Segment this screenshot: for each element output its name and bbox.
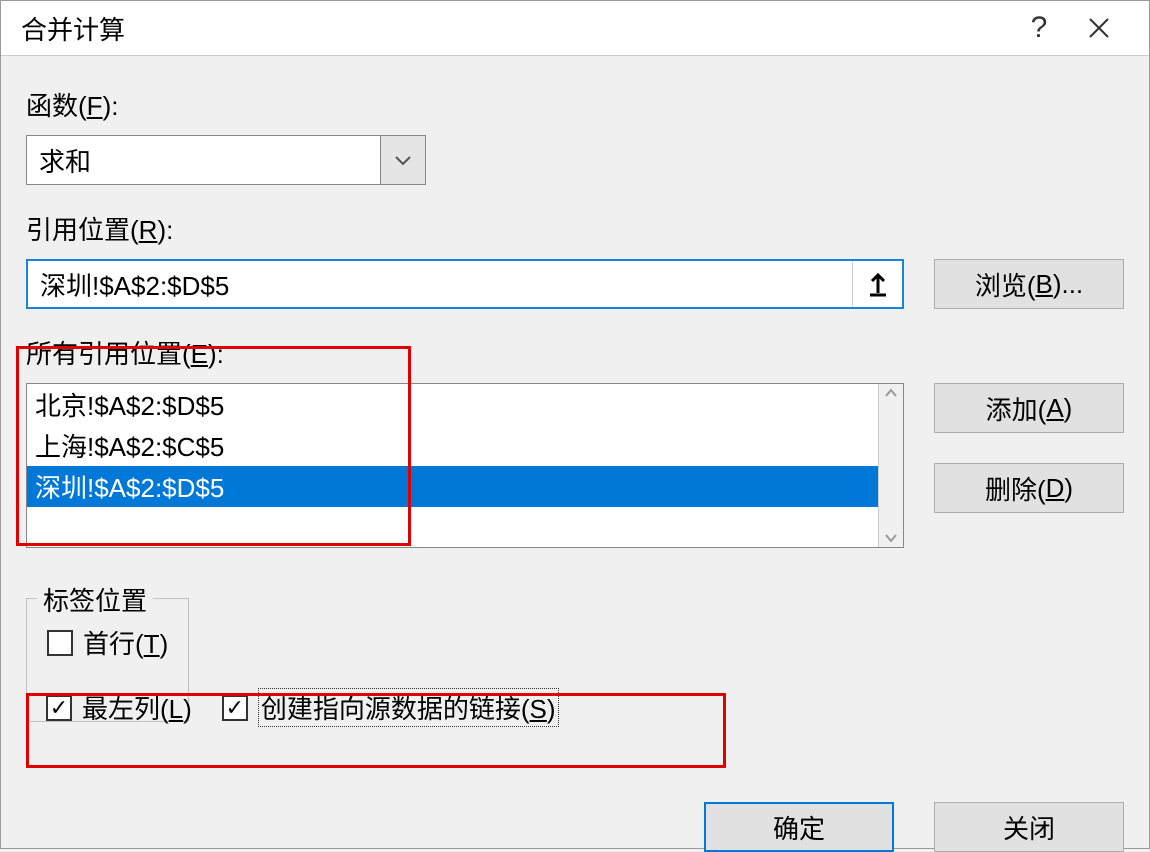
titlebar: 合并计算 ?	[1, 1, 1149, 56]
list-item[interactable]: 深圳!$A$2:$D$5	[27, 466, 878, 507]
browse-button[interactable]: 浏览(B)...	[934, 259, 1124, 309]
all-refs-label: 所有引用位置(E):	[26, 334, 1124, 371]
function-value: 求和	[27, 136, 380, 184]
list-item[interactable]: 上海!$A$2:$C$5	[27, 425, 878, 466]
function-dropdown[interactable]: 求和	[26, 135, 426, 185]
close-button[interactable]	[1069, 1, 1129, 56]
reference-input[interactable]	[28, 261, 852, 307]
top-row-checkbox-row: 首行(T)	[47, 624, 168, 661]
listbox-items: 北京!$A$2:$D$5 上海!$A$2:$C$5 深圳!$A$2:$D$5	[27, 384, 878, 547]
footer-buttons: 确定 关闭	[704, 802, 1124, 852]
close-icon	[1087, 16, 1111, 40]
all-refs-listbox[interactable]: 北京!$A$2:$D$5 上海!$A$2:$C$5 深圳!$A$2:$D$5	[26, 383, 904, 548]
delete-button[interactable]: 删除(D)	[934, 463, 1124, 513]
listbox-scrollbar[interactable]	[878, 384, 903, 547]
create-links-checkbox-row: 创建指向源数据的链接(S)	[222, 688, 559, 727]
list-item[interactable]: 北京!$A$2:$D$5	[27, 384, 878, 425]
chevron-down-icon	[394, 154, 412, 166]
left-col-checkbox[interactable]	[46, 695, 72, 721]
consolidate-dialog: 合并计算 ? 函数(F): 求和 引用位置(R):	[0, 0, 1150, 849]
dialog-content: 函数(F): 求和 引用位置(R): 浏览(B	[1, 56, 1149, 742]
collapse-icon	[867, 271, 889, 297]
create-links-checkbox[interactable]	[222, 695, 248, 721]
close-button-footer[interactable]: 关闭	[934, 802, 1124, 852]
dialog-title: 合并计算	[21, 10, 1009, 47]
top-row-checkbox[interactable]	[47, 630, 73, 656]
add-button[interactable]: 添加(A)	[934, 383, 1124, 433]
reference-row: 浏览(B)...	[26, 259, 1124, 309]
scroll-up-icon	[884, 388, 898, 398]
function-label: 函数(F):	[26, 86, 1124, 123]
labels-legend: 标签位置	[37, 581, 153, 618]
left-col-checkbox-row: 最左列(L)	[46, 689, 192, 726]
help-button[interactable]: ?	[1009, 1, 1069, 56]
dropdown-button[interactable]	[380, 136, 425, 184]
collapse-dialog-button[interactable]	[852, 261, 902, 307]
top-row-label: 首行(T)	[83, 624, 168, 661]
labels-section: 标签位置 首行(T) 最左列(L) 创建指向源数据的链接(S)	[26, 573, 1124, 722]
scroll-down-icon	[884, 533, 898, 543]
left-col-label: 最左列(L)	[82, 689, 192, 726]
reference-label: 引用位置(R):	[26, 210, 1124, 247]
reference-input-wrap	[26, 259, 904, 309]
ok-button[interactable]: 确定	[704, 802, 894, 852]
all-refs-row: 北京!$A$2:$D$5 上海!$A$2:$C$5 深圳!$A$2:$D$5 添…	[26, 383, 1124, 548]
create-links-label: 创建指向源数据的链接(S)	[258, 688, 559, 727]
listbox-buttons: 添加(A) 删除(D)	[934, 383, 1124, 513]
